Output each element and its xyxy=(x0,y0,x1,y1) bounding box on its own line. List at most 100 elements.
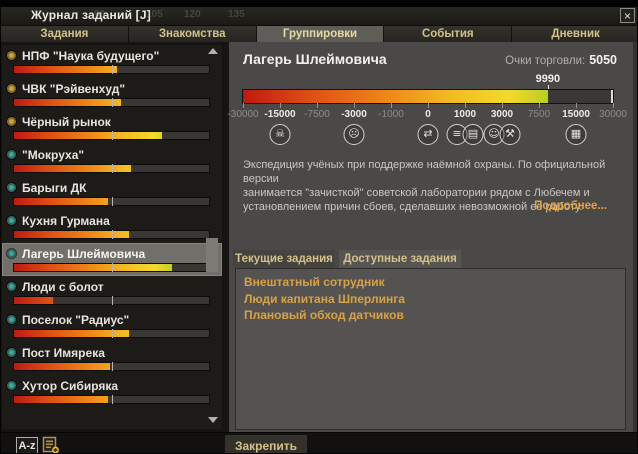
goodwill-current-value: 9990 xyxy=(536,73,560,85)
task-list-panel: Внештатный сотрудникЛюди капитана Шперли… xyxy=(235,268,626,430)
scale-label: 3000 xyxy=(491,109,513,120)
task-list: Внештатный сотрудникЛюди капитана Шперли… xyxy=(236,269,625,324)
faction-name: Барыги ДК xyxy=(22,181,86,195)
faction-row[interactable]: Люди с болот xyxy=(2,276,222,309)
faction-row[interactable]: "Мокруха" xyxy=(2,144,222,177)
faction-row[interactable]: Поселок "Радиус" xyxy=(2,309,222,342)
scale-label: -3000 xyxy=(341,109,367,120)
sort-alphabetical-button[interactable]: A-z xyxy=(16,437,38,454)
faction-emblem-icon xyxy=(7,348,16,357)
hud-ghost-number: 105 xyxy=(146,9,163,20)
task-item[interactable]: Внештатный сотрудник xyxy=(236,274,625,291)
faction-detail-panel: Лагерь Шлеймовича Очки торговли: 5050 999… xyxy=(229,42,633,432)
scroll-up-icon[interactable] xyxy=(208,48,218,54)
footer-bar: A-z Закрепить xyxy=(1,432,638,454)
scale-tick xyxy=(613,103,614,108)
faction-row[interactable]: ЧВК "Рэйвенхуд" xyxy=(2,78,222,111)
tab-events[interactable]: События xyxy=(384,26,512,42)
threshold-icon-group: ⇄ xyxy=(418,124,439,145)
scale-tick xyxy=(539,103,540,108)
reputation-bar xyxy=(14,264,209,271)
task-tab-bar: Текущие заданияДоступные задания xyxy=(229,250,633,268)
scale-label: -30000 xyxy=(227,109,258,120)
faction-row[interactable]: Хутор Сибиряка xyxy=(2,375,222,408)
pin-button[interactable]: Закрепить xyxy=(225,435,307,454)
faction-row[interactable]: Барыги ДК xyxy=(2,177,222,210)
scale-label: 0 xyxy=(425,109,431,120)
task-item[interactable]: Люди капитана Шперлинга xyxy=(236,291,625,308)
tab-tasks[interactable]: Задания xyxy=(1,26,129,42)
reputation-bar xyxy=(14,66,209,73)
goodwill-threshold-icons: ☠ ☹ ⇄ ≡▤☺⚒ ▦ xyxy=(243,124,613,150)
faction-row[interactable]: Лагерь Шлеймовича xyxy=(2,243,222,276)
tab-diary[interactable]: Дневник xyxy=(512,26,638,42)
threshold-icon-group: ▦ xyxy=(566,124,587,145)
more-link[interactable]: Подробнее... xyxy=(534,200,607,212)
faction-emblem-icon xyxy=(7,282,16,291)
scale-label: -15000 xyxy=(264,109,295,120)
reputation-bar xyxy=(14,396,209,403)
faction-emblem-icon xyxy=(7,381,16,390)
title-bar: Журнал заданий [J] 90105120135 × xyxy=(1,7,638,26)
faction-row[interactable]: Кухня Гурмана xyxy=(2,210,222,243)
threshold-icon-group: ☺⚒ xyxy=(484,124,521,145)
task-item[interactable]: Плановый обход датчиков xyxy=(236,307,625,324)
faction-emblem-icon xyxy=(7,249,16,258)
hud-ghost-number: 135 xyxy=(228,9,245,20)
close-icon[interactable]: × xyxy=(620,8,635,23)
faction-name: ЧВК "Рэйвенхуд" xyxy=(22,82,125,96)
trade-points-label: Очки торговли: xyxy=(505,55,585,67)
faction-list: НПФ "Наука будущего" ЧВК "Рэйвенхуд" Чёрны… xyxy=(2,45,222,429)
tab-factions[interactable]: Группировки xyxy=(257,26,385,42)
scale-label: -7500 xyxy=(304,109,330,120)
tab-contacts[interactable]: Знакомства xyxy=(129,26,257,42)
scale-label: 15000 xyxy=(562,109,590,120)
threshold-icon-group: ☠ xyxy=(270,124,291,145)
scale-label: 1000 xyxy=(454,109,476,120)
main-area: НПФ "Наука будущего" ЧВК "Рэйвенхуд" Чёрны… xyxy=(1,42,638,432)
faction-row[interactable]: Чёрный рынок xyxy=(2,111,222,144)
faction-row[interactable]: Пост Имярека xyxy=(2,342,222,375)
scale-tick xyxy=(502,103,503,108)
faction-name: Кухня Гурмана xyxy=(22,214,110,228)
hud-ghost-number: 120 xyxy=(184,9,201,20)
scale-tick xyxy=(576,103,577,108)
faction-emblem-icon xyxy=(7,183,16,192)
scale-tick xyxy=(354,103,355,108)
scale-label: 7500 xyxy=(528,109,550,120)
trade-points: Очки торговли: 5050 xyxy=(505,53,617,67)
faction-row[interactable]: НПФ "Наука будущего" xyxy=(2,45,222,78)
goodwill-bar-unfilled xyxy=(548,90,613,103)
faction-name: Пост Имярека xyxy=(22,346,105,360)
reputation-bar xyxy=(14,231,209,238)
faction-emblem-icon xyxy=(7,150,16,159)
reputation-bar xyxy=(14,297,209,304)
journal-tab-bar: ЗаданияЗнакомстваГруппировкиСобытияДневн… xyxy=(1,26,638,42)
task-tab-current[interactable]: Текущие задания xyxy=(233,250,335,268)
threshold-icon-group: ☹ xyxy=(344,124,365,145)
scale-tick xyxy=(243,103,244,108)
scale-tick xyxy=(391,103,392,108)
skull-icon: ☠ xyxy=(270,124,291,145)
threshold-icon-group: ≡▤ xyxy=(447,124,484,145)
faction-name: Чёрный рынок xyxy=(22,115,111,129)
faction-name: НПФ "Наука будущего" xyxy=(22,49,159,63)
sort-mode-icon[interactable] xyxy=(42,436,60,454)
faction-emblem-icon xyxy=(7,117,16,126)
faction-title: Лагерь Шлеймовича xyxy=(243,51,387,67)
reputation-bar xyxy=(14,132,209,139)
reputation-bar xyxy=(14,198,209,205)
license-icon: ▦ xyxy=(566,124,587,145)
faction-name: Люди с болот xyxy=(22,280,104,294)
right-scroll-track xyxy=(633,42,638,432)
scroll-down-icon[interactable] xyxy=(208,417,218,423)
faction-emblem-icon xyxy=(7,315,16,324)
task-tab-available[interactable]: Доступные задания xyxy=(339,250,461,268)
scrollbar-thumb[interactable] xyxy=(206,238,218,272)
quest-journal-window: Журнал заданий [J] 90105120135 × Задания… xyxy=(0,0,638,454)
scale-tick xyxy=(317,103,318,108)
trade-points-value: 5050 xyxy=(589,53,617,67)
mercenary-icon: ⚒ xyxy=(500,124,521,145)
hostility-icon: ☹ xyxy=(344,124,365,145)
faction-name: "Мокруха" xyxy=(22,148,84,162)
